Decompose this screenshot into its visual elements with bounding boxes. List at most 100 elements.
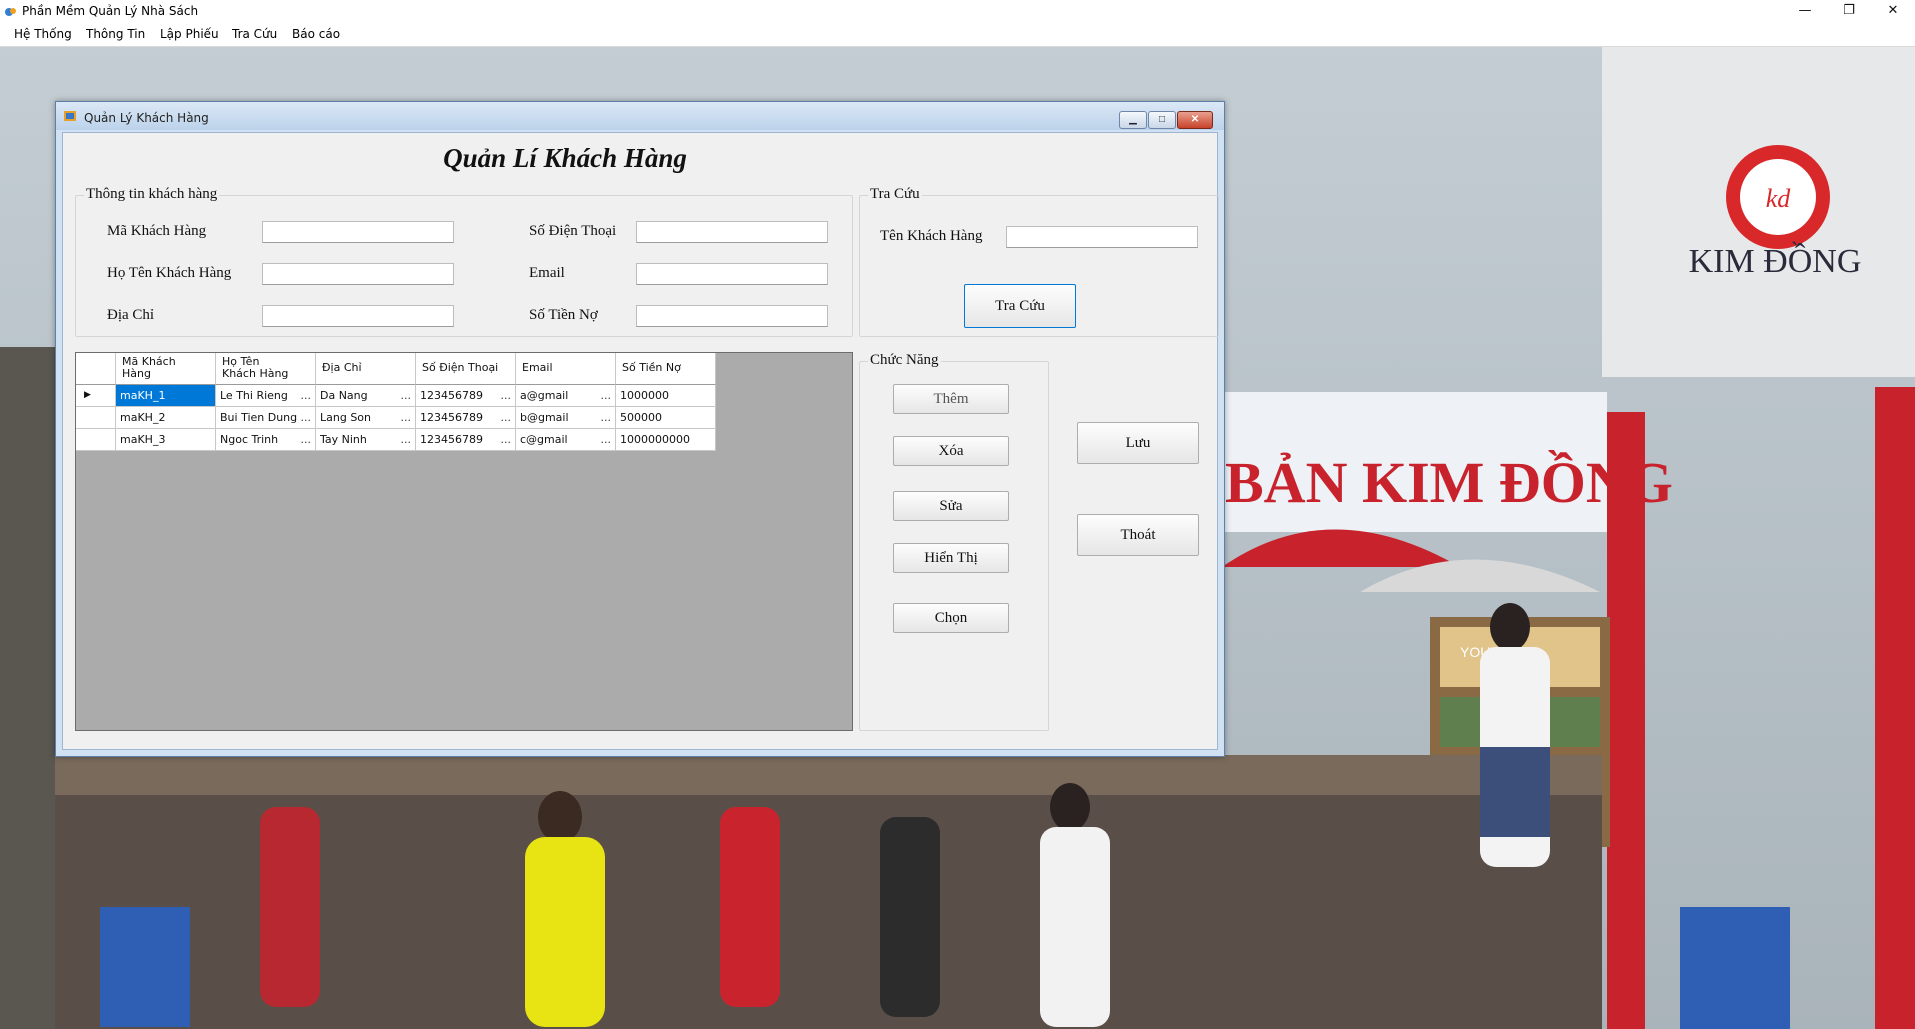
grid-cell[interactable]: maKH_3 bbox=[116, 429, 216, 451]
grid-row-indicator[interactable] bbox=[76, 429, 116, 451]
grid-cell[interactable]: 500000 bbox=[616, 407, 716, 429]
menu-thong-tin[interactable]: Thông Tin bbox=[86, 27, 145, 41]
grid-column-header-line: Địa Chỉ bbox=[322, 361, 362, 374]
phone-input[interactable] bbox=[636, 221, 828, 243]
grid-row-indicator[interactable] bbox=[76, 407, 116, 429]
grid-cell[interactable]: Da Nang... bbox=[316, 385, 416, 407]
grid-cell[interactable]: b@gmail... bbox=[516, 407, 616, 429]
grid-column-header-label: Mã Khách Hàng bbox=[122, 356, 176, 380]
grid-column-header-label: Email bbox=[522, 362, 553, 374]
grid-column-header-label: Địa Chỉ bbox=[322, 362, 362, 374]
grid-column-header-line: Số Tiền Nợ bbox=[622, 361, 681, 374]
app-minimize-button[interactable]: — bbox=[1783, 0, 1827, 24]
grid-column-header-label: Số Tiền Nợ bbox=[622, 362, 681, 374]
phone-label: Số Điện Thoại bbox=[529, 223, 617, 239]
grid-cell-ellipsis: ... bbox=[600, 433, 612, 446]
child-maximize-button[interactable]: □ bbox=[1148, 111, 1176, 129]
grid-cell-ellipsis: ... bbox=[500, 389, 512, 402]
save-button[interactable]: Lưu bbox=[1077, 422, 1199, 464]
page-title: Quản Lí Khách Hàng bbox=[443, 143, 687, 173]
search-legend: Tra Cứu bbox=[868, 186, 922, 203]
grid-column-header[interactable]: Số Tiền Nợ bbox=[616, 353, 716, 385]
grid-cell-text: 1000000 bbox=[620, 389, 669, 402]
show-button[interactable]: Hiển Thị bbox=[893, 543, 1009, 573]
child-close-button[interactable]: ✕ bbox=[1177, 111, 1213, 129]
grid-cell-ellipsis: ... bbox=[600, 411, 612, 424]
select-button[interactable]: Chọn bbox=[893, 603, 1009, 633]
grid-cell-ellipsis: ... bbox=[500, 433, 512, 446]
edit-button[interactable]: Sửa bbox=[893, 491, 1009, 521]
delete-button[interactable]: Xóa bbox=[893, 436, 1009, 466]
grid-cell-text: Lang Son bbox=[320, 411, 372, 424]
grid-cell[interactable]: maKH_2 bbox=[116, 407, 216, 429]
grid-cell[interactable]: 1000000 bbox=[616, 385, 716, 407]
grid-cell-text: 123456789 bbox=[420, 389, 483, 402]
sign-logo-text: kd bbox=[1766, 184, 1792, 213]
grid-cell-text: Bui Tien Dung bbox=[220, 411, 298, 424]
app-maximize-button[interactable]: ❐ bbox=[1827, 0, 1871, 24]
grid-column-header[interactable]: Họ Tên Khách Hàng bbox=[216, 353, 316, 385]
address-input[interactable] bbox=[262, 305, 454, 327]
grid-cell-text: maKH_3 bbox=[120, 433, 166, 446]
email-input[interactable] bbox=[636, 263, 828, 285]
grid-cell[interactable]: Tay Ninh... bbox=[316, 429, 416, 451]
grid-column-header[interactable]: Mã Khách Hàng bbox=[116, 353, 216, 385]
grid-cell-ellipsis: ... bbox=[300, 411, 312, 424]
grid-column-header[interactable]: Số Điện Thoại bbox=[416, 353, 516, 385]
grid-cell-text: maKH_2 bbox=[120, 411, 166, 424]
functions-legend: Chức Năng bbox=[868, 352, 941, 369]
full-name-label: Họ Tên Khách Hàng bbox=[107, 265, 232, 281]
grid-column-header-line: Email bbox=[522, 361, 553, 374]
email-label: Email bbox=[529, 265, 565, 281]
grid-cell[interactable]: Bui Tien Dung... bbox=[216, 407, 316, 429]
grid-row-indicator[interactable]: ▶ bbox=[76, 385, 116, 407]
banner-text: BẢN KIM ĐỒNG bbox=[1225, 450, 1673, 515]
grid-cell-ellipsis: ... bbox=[400, 411, 412, 424]
child-minimize-button[interactable]: ▁ bbox=[1119, 111, 1147, 129]
grid-cell[interactable]: Le Thi Rieng... bbox=[216, 385, 316, 407]
exit-button[interactable]: Thoát bbox=[1077, 514, 1199, 556]
child-window-title: Quản Lý Khách Hàng bbox=[84, 111, 209, 125]
grid-cell-ellipsis: ... bbox=[600, 389, 612, 402]
grid-column-header-label: Họ Tên Khách Hàng bbox=[222, 356, 288, 380]
grid-cell[interactable]: a@gmail... bbox=[516, 385, 616, 407]
menu-he-thong[interactable]: Hệ Thống bbox=[14, 27, 72, 41]
grid-cell[interactable]: c@gmail... bbox=[516, 429, 616, 451]
grid-cell-text: b@gmail bbox=[520, 411, 569, 424]
grid-column-header-line: Số Điện Thoại bbox=[422, 361, 499, 374]
customer-grid[interactable]: Mã Khách Hàng Họ Tên Khách Hàng Địa Chỉ Số Đi… bbox=[75, 352, 853, 731]
grid-cell-text: 1000000000 bbox=[620, 433, 690, 446]
grid-cell-ellipsis: ... bbox=[500, 411, 512, 424]
grid-cell-text: 500000 bbox=[620, 411, 662, 424]
grid-cell[interactable]: 123456789... bbox=[416, 429, 516, 451]
menu-tra-cuu[interactable]: Tra Cứu bbox=[232, 27, 277, 41]
grid-cell-text: Tay Ninh bbox=[320, 433, 367, 446]
window-icon bbox=[64, 111, 76, 121]
child-titlebar: Quản Lý Khách Hàng ▁ □ ✕ bbox=[56, 102, 1224, 130]
menu-lap-phieu[interactable]: Lập Phiếu bbox=[160, 27, 219, 41]
grid-cell[interactable]: Lang Son... bbox=[316, 407, 416, 429]
grid-cell[interactable]: 123456789... bbox=[416, 385, 516, 407]
grid-cell[interactable]: Ngoc Trinh... bbox=[216, 429, 316, 451]
menu-bao-cao[interactable]: Báo cáo bbox=[292, 27, 340, 41]
customer-management-window: Quản Lý Khách Hàng ▁ □ ✕ Quản Lí Khách H… bbox=[55, 101, 1225, 757]
add-button[interactable]: Thêm bbox=[893, 384, 1009, 414]
debt-input[interactable] bbox=[636, 305, 828, 327]
search-button[interactable]: Tra Cứu bbox=[964, 284, 1076, 328]
grid-cell[interactable]: 123456789... bbox=[416, 407, 516, 429]
grid-cell[interactable]: maKH_1 bbox=[116, 385, 216, 407]
grid-cell-ellipsis: ... bbox=[400, 389, 412, 402]
app-close-button[interactable]: ✕ bbox=[1871, 0, 1915, 24]
grid-column-header[interactable]: Email bbox=[516, 353, 616, 385]
grid-cell-text: maKH_1 bbox=[120, 389, 166, 402]
customer-id-input[interactable] bbox=[262, 221, 454, 243]
grid-cell[interactable]: 1000000000 bbox=[616, 429, 716, 451]
window-client-area: Quản Lí Khách Hàng Thông tin khách hàng … bbox=[62, 132, 1219, 750]
search-name-input[interactable] bbox=[1006, 226, 1198, 248]
address-label: Địa Chỉ bbox=[107, 307, 155, 323]
app-titlebar: Phần Mềm Quản Lý Nhà Sách — ❐ ✕ bbox=[0, 0, 1915, 24]
search-group: Tra Cứu Tên Khách Hàng Tra Cứu bbox=[859, 186, 1219, 337]
grid-column-header[interactable]: Địa Chỉ bbox=[316, 353, 416, 385]
grid-column-header-line: Khách Hàng bbox=[222, 367, 289, 380]
full-name-input[interactable] bbox=[262, 263, 454, 285]
